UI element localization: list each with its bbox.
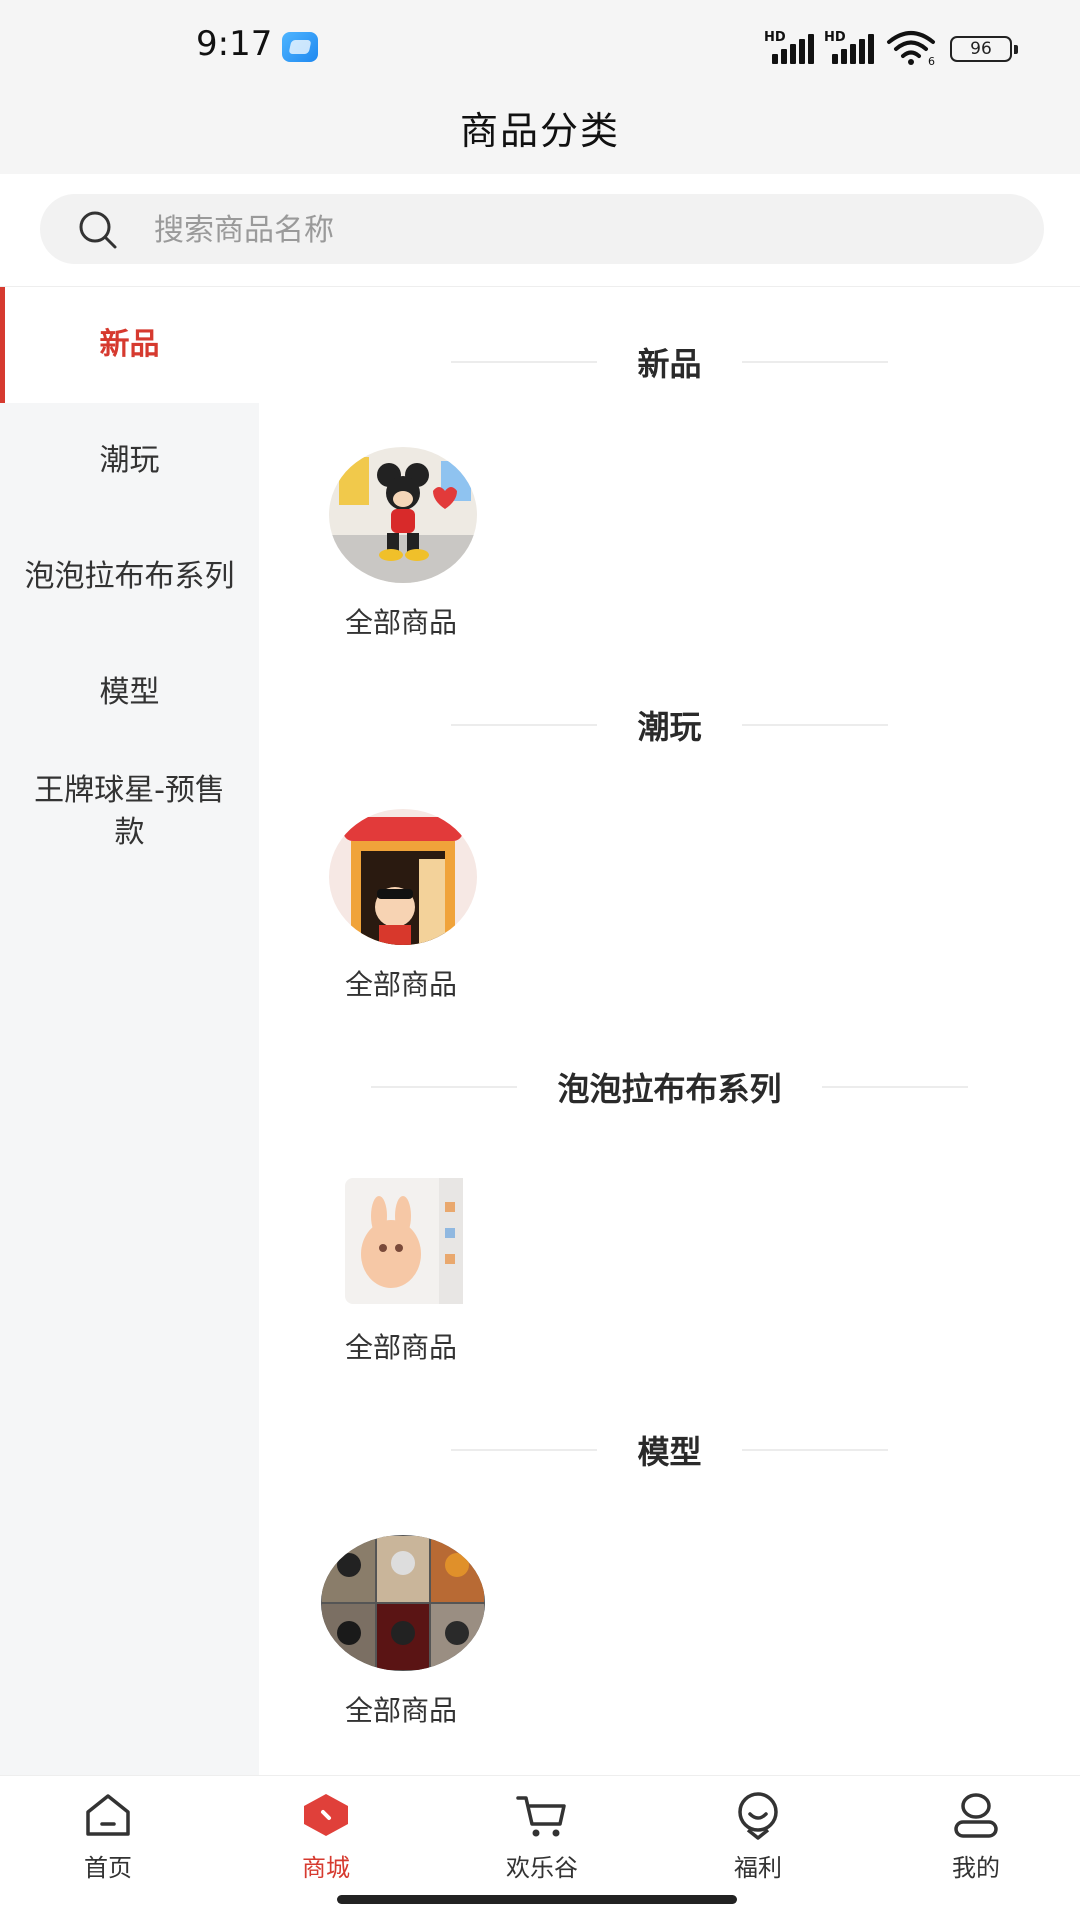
tab-profile[interactable]: 我的: [906, 1790, 1046, 1890]
sidebar-item-label: 模型: [99, 675, 160, 710]
category-image-labubu: [329, 1172, 477, 1308]
category-image-shinchan: [329, 809, 477, 945]
divider-line: [451, 1449, 598, 1451]
notification-app-icon: [282, 32, 318, 62]
home-indicator[interactable]: [337, 1895, 737, 1904]
battery-indicator: 96: [950, 36, 1018, 62]
category-content: 新品 全部商品 潮玩 全部商品 泡泡拉布布系列 全部商品 模型 全部商品: [259, 287, 1080, 1775]
sidebar-item-label: 王牌球星-预售款: [34, 773, 225, 850]
sidebar-item-star-presale[interactable]: 王牌球星-预售款: [0, 757, 259, 867]
category-card-all-products[interactable]: 全部商品: [319, 1172, 483, 1372]
category-card-all-products[interactable]: 全部商品: [319, 809, 483, 1009]
sidebar-item-label: 潮玩: [99, 443, 160, 478]
svg-text:6: 6: [928, 55, 935, 66]
sidebar-item-label: 泡泡拉布布系列: [24, 559, 235, 594]
divider-line: [741, 724, 888, 726]
cellular-signal-icon-2: HD: [824, 30, 876, 64]
tab-mall[interactable]: 商城: [256, 1790, 396, 1890]
tab-happy-valley[interactable]: 欢乐谷: [472, 1790, 612, 1890]
sidebar-item-label: 新品: [99, 327, 160, 362]
search-area: [0, 174, 1080, 287]
gift-face-icon: [738, 1792, 778, 1840]
section-title-models: 模型: [259, 1425, 1080, 1475]
category-label: 全部商品: [344, 1331, 457, 1364]
divider-line: [371, 1086, 518, 1088]
mall-icon: [304, 1794, 348, 1836]
divider-line: [451, 361, 598, 363]
profile-icon: [954, 1793, 998, 1838]
search-input[interactable]: [152, 194, 1016, 266]
page-title: 商品分类: [459, 109, 620, 153]
tab-welfare[interactable]: 福利: [688, 1790, 828, 1890]
search-box[interactable]: [40, 194, 1044, 266]
page-header: 商品分类: [0, 100, 1080, 174]
category-card-all-products[interactable]: 全部商品: [319, 1535, 485, 1735]
sidebar-item-models[interactable]: 模型: [0, 635, 259, 751]
section-title-new: 新品: [259, 337, 1080, 387]
divider-line: [451, 724, 598, 726]
sidebar-item-new[interactable]: 新品: [0, 287, 259, 403]
cart-icon: [516, 1796, 566, 1837]
wifi-icon: 6: [887, 31, 935, 66]
category-image-figures-grid: [321, 1535, 485, 1671]
category-sidebar: 新品 潮玩 泡泡拉布布系列 模型 王牌球星-预售款: [0, 287, 259, 1775]
status-time: 9:17: [196, 24, 273, 64]
section-title-trendy-toys: 潮玩: [259, 700, 1080, 750]
home-icon: [86, 1794, 130, 1836]
category-label: 全部商品: [344, 606, 457, 639]
category-image-mickey: [329, 447, 477, 583]
divider-line: [821, 1086, 968, 1088]
search-icon: [79, 211, 117, 249]
status-bar: 9:17 HD HD 6 96: [0, 0, 1080, 100]
section-title-labubu-series: 泡泡拉布布系列: [259, 1062, 1080, 1112]
category-label: 全部商品: [344, 1694, 457, 1727]
divider-line: [741, 1449, 888, 1451]
category-card-all-products[interactable]: 全部商品: [319, 447, 483, 647]
cellular-signal-icon: HD: [764, 30, 816, 64]
sidebar-item-trendy-toys[interactable]: 潮玩: [0, 403, 259, 519]
sidebar-item-labubu-series[interactable]: 泡泡拉布布系列: [0, 519, 259, 635]
divider-line: [741, 361, 888, 363]
category-label: 全部商品: [344, 968, 457, 1001]
tab-home[interactable]: 首页: [38, 1790, 178, 1890]
